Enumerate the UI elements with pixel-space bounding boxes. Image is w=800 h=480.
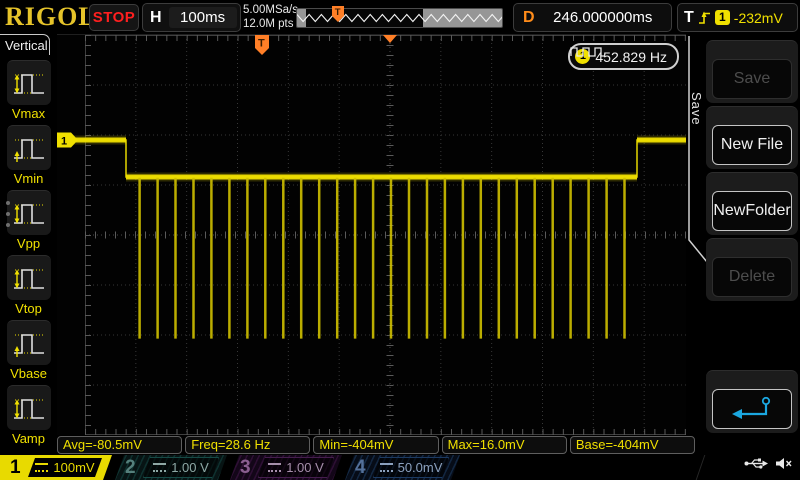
trigger-status-box[interactable]: T 1 -232mV [677, 3, 798, 32]
channel-3-status[interactable]: 3 1.00 V [230, 455, 342, 480]
measurement-min[interactable]: Min=-404mV [313, 436, 438, 454]
back-button[interactable] [712, 389, 792, 429]
vmax-label[interactable]: Vmax [0, 106, 57, 121]
new-file-button[interactable]: New File [712, 125, 792, 165]
top-status-bar: RIGOL STOP H 100ms 5.00MSa/s 12.0M pts T… [0, 0, 800, 35]
memory-waveform-preview [297, 9, 502, 27]
divider [696, 455, 706, 480]
measure-menu-title: Vertical [0, 34, 50, 55]
memory-position-strip[interactable] [296, 8, 503, 28]
vmax-measure-icon[interactable] [7, 60, 51, 105]
channel-1-number: 1 [10, 457, 24, 479]
vmin-measure-icon[interactable] [7, 125, 51, 170]
save-menu: Save Save New File NewFolder Delete [686, 34, 800, 435]
measurement-freq[interactable]: Freq=28.6 Hz [185, 436, 310, 454]
delay-box[interactable]: D 246.000000ms [513, 3, 672, 32]
run-stop-status[interactable]: STOP [89, 4, 139, 31]
timebase-value: 100ms [169, 7, 237, 28]
trigger-position-flag-small[interactable]: T [331, 5, 345, 23]
delay-value: 246.000000ms [535, 9, 671, 26]
rising-edge-icon [698, 9, 711, 26]
trigger-source-badge: 1 [715, 10, 730, 25]
horizontal-timebase-box[interactable]: H 100ms [142, 3, 241, 32]
vtop-label[interactable]: Vtop [0, 301, 57, 316]
vtop-measure-icon[interactable] [7, 255, 51, 300]
vpp-measure-icon[interactable] [7, 190, 51, 235]
measurement-avg[interactable]: Avg=-80.5mV [57, 436, 182, 454]
vamp-label[interactable]: Vamp [0, 431, 57, 446]
channel-2-status[interactable]: 2 1.00 V [115, 455, 227, 480]
channel-2-number: 2 [125, 457, 139, 479]
squarewave-icon [570, 45, 606, 58]
measure-menu: Vertical Vmax Vmin Vpp Vtop Vbase Vamp [0, 34, 57, 435]
speaker-muted-icon [775, 457, 793, 470]
vbase-label[interactable]: Vbase [0, 366, 57, 381]
svg-text:T: T [258, 38, 265, 50]
menu-page-dots [6, 201, 10, 234]
horizontal-label: H [150, 9, 162, 27]
vmin-label[interactable]: Vmin [0, 171, 57, 186]
rigol-logo: RIGOL [5, 2, 97, 32]
channel-3-scale: 1.00 V [286, 460, 324, 475]
freq-counter: 1 452.829 Hz [568, 43, 679, 70]
channel-status-bar: 1 100mV 2 1.00 V 3 1.00 V 4 50.0mV [0, 455, 800, 480]
trigger-label: T [684, 9, 694, 27]
delay-label: D [523, 9, 535, 27]
measurement-base[interactable]: Base=-404mV [570, 436, 695, 454]
menu-slot: NewFolder [706, 172, 798, 235]
graticule-svg: 1TT [57, 35, 703, 435]
channel-1-scale: 100mV [53, 460, 94, 475]
measurement-max[interactable]: Max=16.0mV [442, 436, 567, 454]
coupling-icon [153, 463, 166, 472]
vpp-label[interactable]: Vpp [0, 236, 57, 251]
menu-slot: Delete [706, 238, 798, 301]
delete-button[interactable]: Delete [712, 257, 792, 297]
vbase-measure-icon[interactable] [7, 320, 51, 365]
channel-4-scale: 50.0mV [398, 460, 443, 475]
memory-depth: 12.0M pts [243, 17, 297, 31]
channel-1-status[interactable]: 1 100mV [0, 455, 112, 480]
svg-text:1: 1 [61, 136, 67, 148]
channel-4-number: 4 [355, 457, 369, 479]
coupling-icon [380, 463, 393, 472]
new-folder-button[interactable]: NewFolder [712, 191, 792, 231]
svg-text:T: T [335, 7, 341, 18]
channel-2-scale: 1.00 V [171, 460, 209, 475]
channel-4-status[interactable]: 4 50.0mV [345, 455, 460, 480]
menu-tab-label: Save [689, 92, 704, 126]
measurement-bar: Avg=-80.5mV Freq=28.6 Hz Min=-404mV Max=… [57, 436, 695, 454]
trigger-level-value: -232mV [734, 10, 783, 26]
vamp-measure-icon[interactable] [7, 385, 51, 430]
menu-slot: New File [706, 106, 798, 169]
acquisition-info: 5.00MSa/s 12.0M pts [243, 3, 297, 31]
menu-slot [706, 370, 798, 433]
usb-icon [744, 457, 768, 470]
sample-rate: 5.00MSa/s [243, 3, 297, 17]
coupling-icon [35, 463, 48, 472]
channel-3-number: 3 [240, 457, 254, 479]
coupling-icon [268, 463, 281, 472]
waveform-display[interactable]: 1TT 1 452.829 Hz [57, 35, 695, 435]
save-button[interactable]: Save [712, 59, 792, 99]
menu-slot: Save [706, 40, 798, 103]
return-arrow-icon [728, 394, 776, 424]
